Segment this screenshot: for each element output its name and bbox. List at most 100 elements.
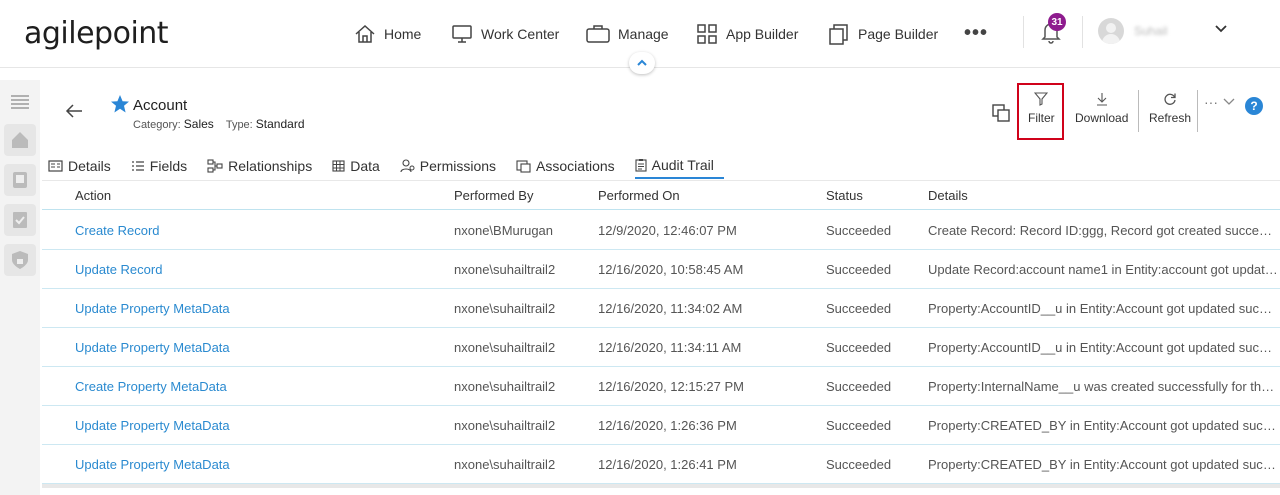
details-icon — [48, 160, 63, 172]
status-cell: Succeeded — [826, 418, 892, 433]
nav-page-builder[interactable]: Page Builder — [828, 20, 938, 48]
refresh-button[interactable]: Refresh — [1149, 92, 1191, 125]
nav-work-center[interactable]: Work Center — [451, 20, 559, 48]
tab-data-label: Data — [350, 158, 380, 174]
table-row[interactable]: Create Record nxone\BMurugan 12/9/2020, … — [42, 211, 1280, 250]
entity-meta: Category: Sales Type: Standard — [133, 117, 305, 131]
rail-tasks[interactable] — [4, 204, 36, 236]
performed-by-cell: nxone\suhailtrail2 — [454, 262, 556, 277]
status-cell: Succeeded — [826, 301, 892, 316]
details-cell: Property:InternalName__u was created suc… — [928, 379, 1278, 394]
status-cell: Succeeded — [826, 457, 892, 472]
help-icon[interactable]: ? — [1245, 97, 1263, 115]
associations-icon — [516, 159, 531, 173]
tab-details[interactable]: Details — [48, 153, 121, 179]
table-row[interactable]: Update Record nxone\suhailtrail2 12/16/2… — [42, 250, 1280, 289]
filter-highlight — [1017, 83, 1064, 140]
tab-details-label: Details — [68, 158, 111, 174]
star-icon — [111, 95, 129, 113]
more-actions-button[interactable]: ··· — [1204, 94, 1218, 110]
column-header-performed-on[interactable]: Performed On — [598, 188, 680, 203]
tab-audit-trail-label: Audit Trail — [651, 157, 714, 173]
performed-on-cell: 12/16/2020, 12:15:27 PM — [598, 379, 745, 394]
tab-fields[interactable]: Fields — [131, 153, 197, 179]
nav-app-builder[interactable]: App Builder — [696, 20, 798, 48]
performed-by-cell: nxone\suhailtrail2 — [454, 457, 556, 472]
table-row[interactable]: Update Property MetaData nxone\suhailtra… — [42, 445, 1280, 484]
copy-icon[interactable] — [991, 103, 1011, 123]
tab-divider — [42, 180, 1280, 181]
details-cell: Create Record: Record ID:ggg, Record got… — [928, 223, 1278, 238]
column-header-performed-by[interactable]: Performed By — [454, 188, 533, 203]
nav-manage[interactable]: Manage — [586, 20, 669, 48]
refresh-icon — [1164, 93, 1176, 105]
performed-on-cell: 12/16/2020, 1:26:36 PM — [598, 418, 737, 433]
status-cell: Succeeded — [826, 340, 892, 355]
column-header-action[interactable]: Action — [75, 188, 111, 203]
home-icon — [355, 24, 375, 43]
clipboard-icon — [635, 159, 647, 172]
hamburger-icon — [11, 95, 29, 109]
nav-home[interactable]: Home — [354, 20, 421, 48]
chevron-down-icon[interactable] — [1223, 98, 1235, 106]
download-icon — [1096, 93, 1107, 106]
list-icon — [131, 161, 144, 171]
more-menu-button[interactable]: ••• — [964, 22, 988, 45]
performed-on-cell: 12/16/2020, 11:34:11 AM — [598, 340, 742, 355]
avatar[interactable] — [1098, 18, 1124, 44]
home-icon — [12, 132, 28, 148]
action-link[interactable]: Update Record — [75, 262, 435, 277]
action-link[interactable]: Update Property MetaData — [75, 301, 435, 316]
chevron-down-icon[interactable] — [1214, 24, 1228, 34]
back-arrow-icon[interactable] — [64, 101, 84, 121]
table-footer-strip — [42, 484, 1280, 488]
action-link[interactable]: Update Property MetaData — [75, 457, 435, 472]
permissions-icon — [400, 159, 415, 173]
menu-toggle[interactable] — [4, 86, 36, 118]
user-name[interactable]: Suhail — [1134, 24, 1167, 38]
action-link[interactable]: Update Property MetaData — [75, 340, 435, 355]
category-value: Sales — [183, 117, 214, 131]
rail-security[interactable] — [4, 244, 36, 276]
performed-by-cell: nxone\suhailtrail2 — [454, 340, 556, 355]
pages-icon — [829, 24, 848, 45]
action-link[interactable]: Create Record — [75, 223, 435, 238]
table-row[interactable]: Update Property MetaData nxone\suhailtra… — [42, 328, 1280, 367]
action-link[interactable]: Update Property MetaData — [75, 418, 435, 433]
column-header-status[interactable]: Status — [826, 188, 863, 203]
rail-work-center[interactable] — [4, 164, 36, 196]
nav-page-builder-label: Page Builder — [858, 26, 939, 42]
tab-data[interactable]: Data — [332, 153, 390, 179]
details-cell: Update Record:account name1 in Entity:ac… — [928, 262, 1278, 277]
column-header-details[interactable]: Details — [928, 188, 968, 203]
performed-on-cell: 12/16/2020, 1:26:41 PM — [598, 457, 737, 472]
monitor-icon — [452, 25, 472, 43]
download-button[interactable]: Download — [1075, 92, 1128, 125]
agilepoint-logo[interactable]: agilepoint — [24, 16, 169, 51]
tab-associations[interactable]: Associations — [516, 153, 625, 179]
page-title: Account — [133, 97, 188, 114]
table-row[interactable]: Update Property MetaData nxone\suhailtra… — [42, 406, 1280, 445]
tab-fields-label: Fields — [149, 158, 188, 174]
notification-badge: 31 — [1048, 13, 1066, 31]
nav-manage-label: Manage — [618, 26, 669, 42]
entity-tabs: Details Fields Relationships Data Permis… — [48, 153, 734, 181]
tab-permissions-label: Permissions — [419, 158, 497, 174]
left-rail — [0, 80, 40, 495]
briefcase-icon — [586, 25, 610, 43]
divider — [1197, 90, 1198, 132]
table-row[interactable]: Create Property MetaData nxone\suhailtra… — [42, 367, 1280, 406]
tab-permissions[interactable]: Permissions — [400, 153, 506, 179]
status-cell: Succeeded — [826, 223, 892, 238]
grid-icon — [697, 24, 717, 44]
status-cell: Succeeded — [826, 262, 892, 277]
tab-relationships[interactable]: Relationships — [207, 153, 322, 179]
collapse-header-button[interactable] — [629, 52, 655, 74]
table-row[interactable]: Update Property MetaData nxone\suhailtra… — [42, 289, 1280, 328]
action-link[interactable]: Create Property MetaData — [75, 379, 435, 394]
table-header: Action Performed By Performed On Status … — [42, 182, 1280, 210]
nav-app-builder-label: App Builder — [726, 26, 799, 42]
tab-audit-trail[interactable]: Audit Trail — [634, 153, 724, 179]
rail-home[interactable] — [4, 124, 36, 156]
type-value: Standard — [255, 117, 305, 131]
